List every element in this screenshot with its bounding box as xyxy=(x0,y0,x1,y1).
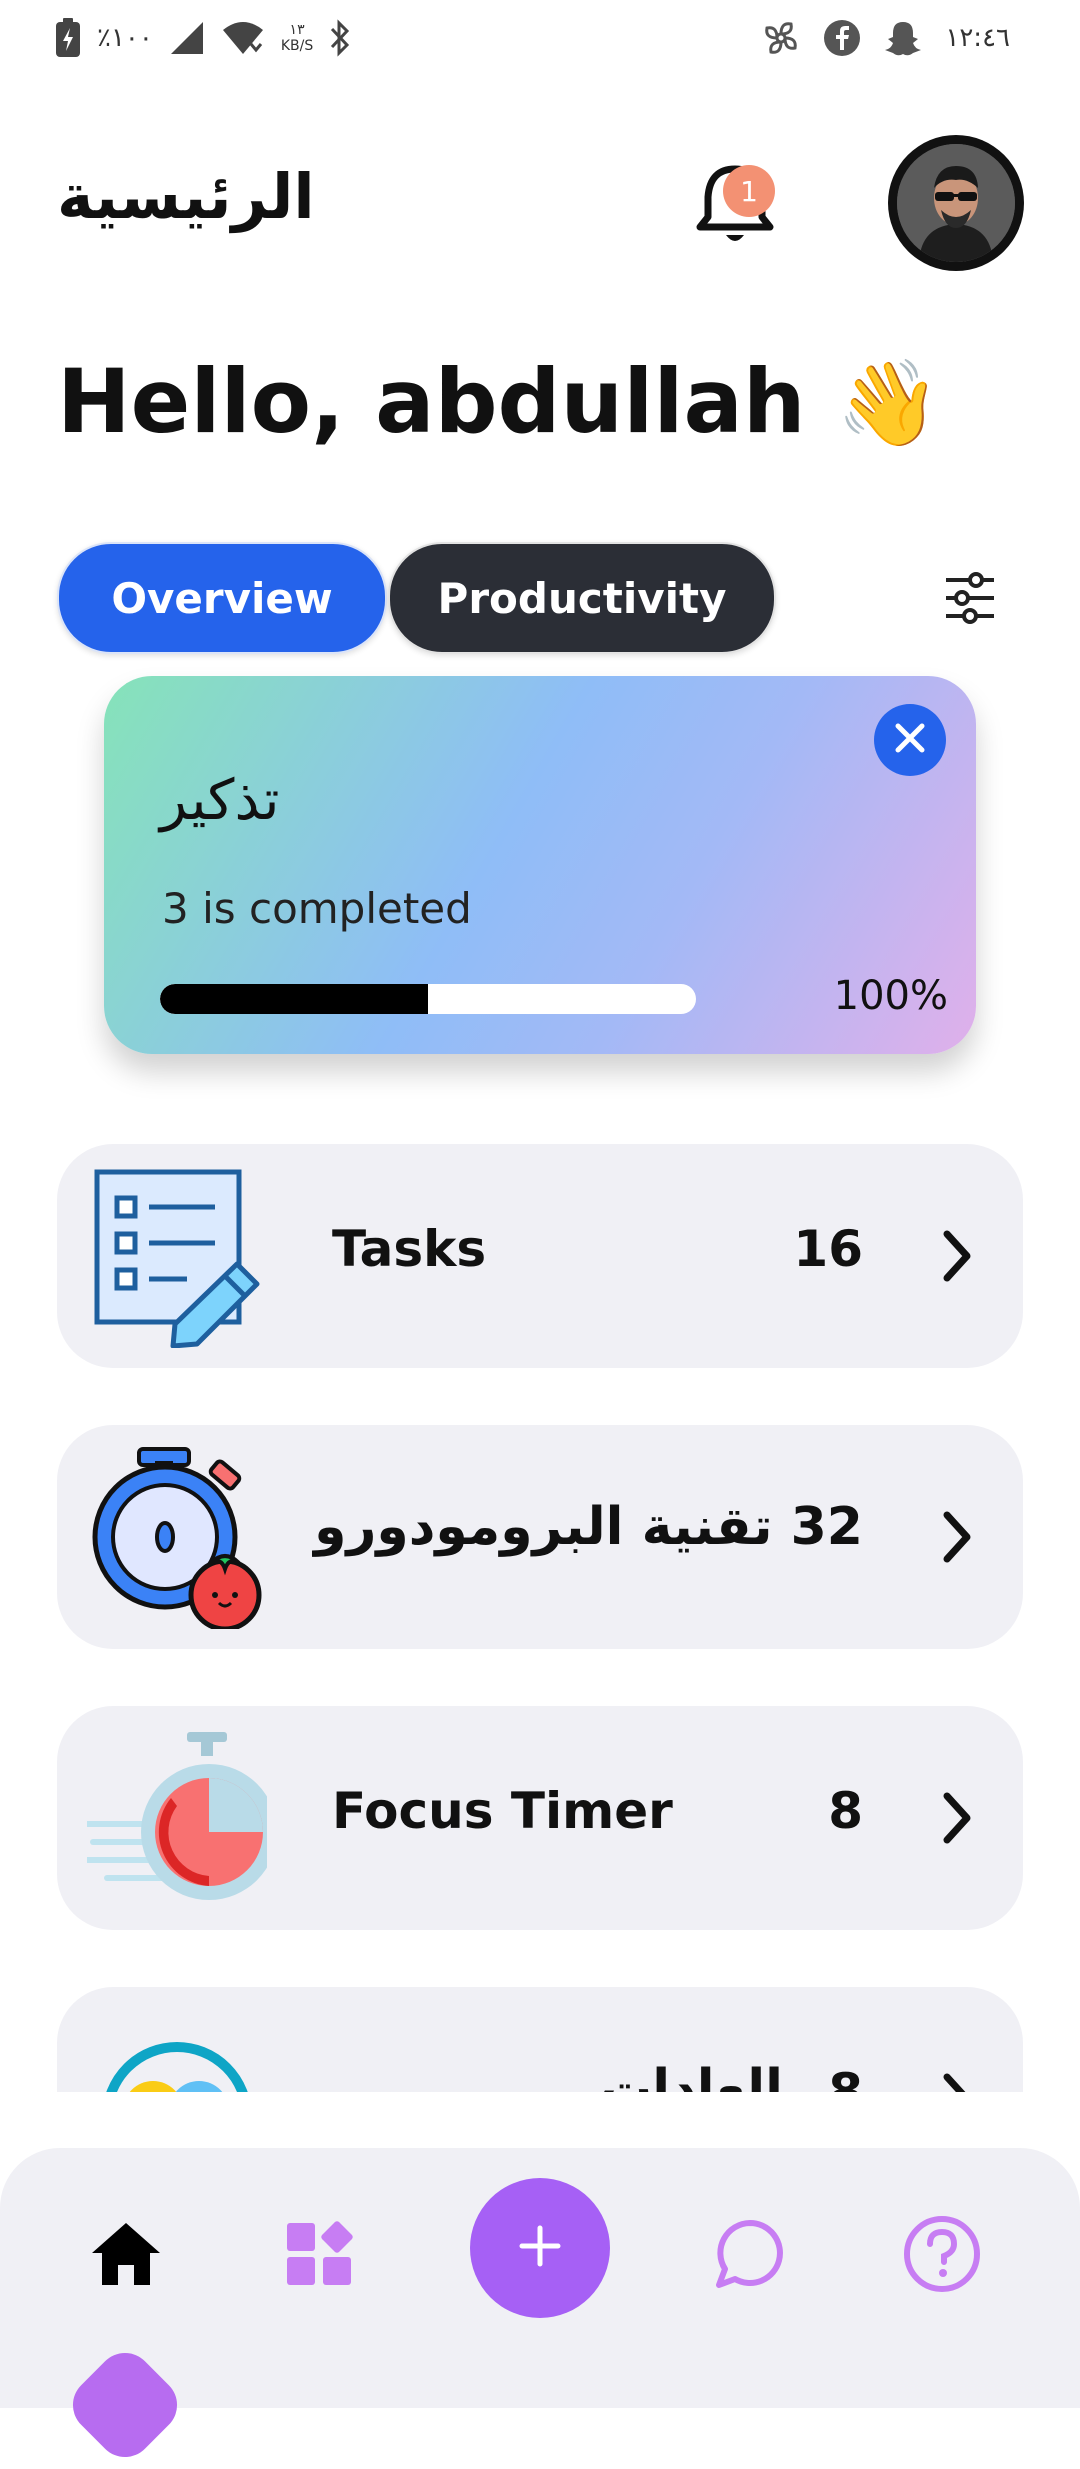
status-right: ١٢:٤٦ xyxy=(761,18,1010,58)
greeting-text: Hello, abdullah xyxy=(57,350,806,453)
list-item-label: 32 تقنية البرومودورو xyxy=(314,1497,863,1557)
chevron-right-icon xyxy=(939,2071,975,2092)
filter-button[interactable] xyxy=(940,570,1000,626)
close-icon xyxy=(892,720,928,760)
snapchat-icon xyxy=(883,19,923,57)
pomodoro-stopwatch-icon xyxy=(87,1445,267,1632)
list-item-label: Focus Timer xyxy=(332,1782,673,1840)
reminder-title: تذكير xyxy=(160,768,280,833)
list-item-label: Tasks xyxy=(332,1220,487,1278)
list-item-count: 16 xyxy=(793,1220,863,1278)
pinwheel-icon xyxy=(761,18,801,58)
home-icon xyxy=(90,2221,162,2291)
tasks-checklist-icon xyxy=(87,1164,267,1349)
list-clip: العادات 8 xyxy=(0,1980,1080,2092)
battery-percent: ٪١٠٠ xyxy=(97,23,153,53)
cell-signal-icon xyxy=(169,20,205,56)
net-speed-unit: KB/S xyxy=(280,38,314,54)
add-button[interactable] xyxy=(470,2178,610,2318)
page-title: الرئيسية xyxy=(57,160,315,233)
list-item-habits[interactable]: العادات 8 xyxy=(57,1987,1023,2092)
chevron-right-icon xyxy=(939,1790,975,1846)
battery-charging-icon xyxy=(55,18,81,58)
nav-apps[interactable] xyxy=(272,2208,368,2304)
sliders-icon xyxy=(940,572,1000,630)
list-item-count: 8 xyxy=(828,1782,863,1840)
progress-fill xyxy=(160,984,428,1014)
focus-timer-icon xyxy=(84,1726,277,1910)
help-icon xyxy=(902,2214,982,2298)
nav-help[interactable] xyxy=(894,2208,990,2304)
waving-hand-icon: 👋 xyxy=(836,354,941,452)
avatar[interactable] xyxy=(888,135,1024,271)
chat-icon xyxy=(713,2217,787,2295)
list-item-focus-timer[interactable]: Focus Timer 8 xyxy=(57,1706,1023,1930)
greeting: Hello, abdullah 👋 xyxy=(57,350,941,453)
reminder-subtitle: 3 is completed xyxy=(162,884,472,933)
wifi-icon xyxy=(221,20,265,56)
bell-icon xyxy=(690,165,780,259)
nav-home[interactable] xyxy=(78,2208,174,2304)
reminder-close-button[interactable] xyxy=(874,704,946,776)
status-bar: ٪١٠٠ ١٣ KB/S ١٢:٤٦ xyxy=(0,0,1080,80)
bluetooth-icon xyxy=(329,19,351,57)
reminder-card[interactable]: تذكير 3 is completed 100% xyxy=(104,676,976,1054)
chevron-right-icon xyxy=(939,1228,975,1284)
list-item-pomodoro[interactable]: 32 تقنية البرومودورو xyxy=(57,1425,1023,1649)
bottom-navigation xyxy=(0,2148,1080,2408)
clock: ١٢:٤٦ xyxy=(945,23,1010,53)
chevron-right-icon xyxy=(939,1509,975,1565)
tab-overview[interactable]: Overview xyxy=(57,542,387,654)
progress-percent: 100% xyxy=(833,973,948,1019)
apps-icon xyxy=(285,2219,355,2293)
avatar-image xyxy=(897,144,1015,262)
add-icon xyxy=(518,2224,562,2272)
list-item-count: 8 xyxy=(828,2063,863,2092)
net-speed: ١٣ KB/S xyxy=(281,22,313,54)
notification-badge: 1 xyxy=(723,165,775,217)
status-left: ٪١٠٠ ١٣ KB/S xyxy=(55,18,351,58)
nav-chat[interactable] xyxy=(702,2208,798,2304)
tab-productivity[interactable]: Productivity xyxy=(388,542,776,654)
facebook-icon xyxy=(823,19,861,57)
reminder-progress-bar xyxy=(160,984,696,1014)
list-item-tasks[interactable]: Tasks 16 xyxy=(57,1144,1023,1368)
habits-icon xyxy=(87,2007,267,2092)
list-item-label: العادات xyxy=(600,2059,783,2092)
net-speed-value: ١٣ xyxy=(289,22,305,38)
